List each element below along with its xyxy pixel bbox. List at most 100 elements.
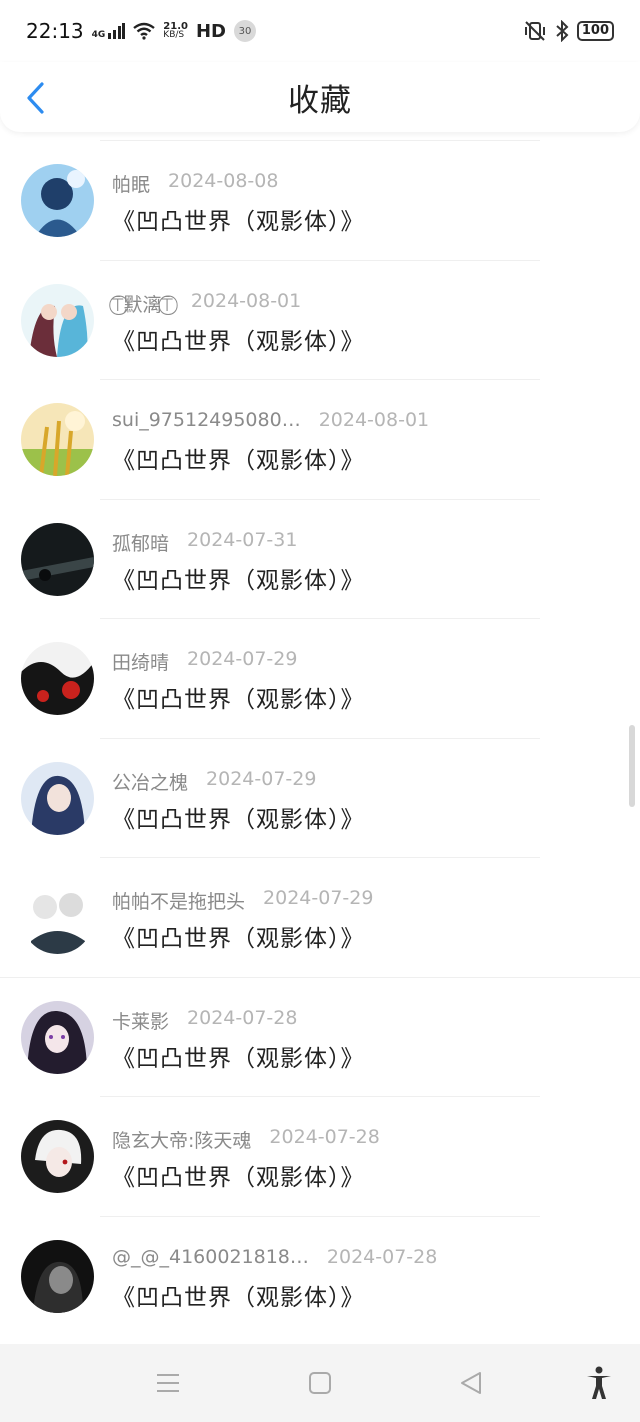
back-arrow-icon bbox=[27, 82, 44, 114]
list-item[interactable]: 隐玄大帝:陔天魂 2024-07-28 《凹凸世界（观影体）》 bbox=[0, 1096, 640, 1216]
divider bbox=[100, 259, 540, 261]
book-title[interactable]: 《凹凸世界（观影体）》 bbox=[112, 561, 365, 595]
item-meta: 卡莱影 2024-07-28 bbox=[112, 1007, 297, 1034]
divider bbox=[100, 379, 540, 380]
item-meta: 孤郁暗 2024-07-31 bbox=[112, 529, 297, 556]
book-title[interactable]: 《凹凸世界（观影体）》 bbox=[112, 202, 365, 236]
network-indicator: 4G bbox=[92, 22, 126, 40]
back-button[interactable] bbox=[22, 78, 52, 118]
list-item[interactable]: sui_97512495080… 2024-08-01 《凹凸世界（观影体）》 bbox=[0, 379, 640, 499]
scrollbar-thumb[interactable] bbox=[629, 725, 635, 807]
divider bbox=[100, 1215, 540, 1217]
back-triangle-icon bbox=[461, 1372, 481, 1394]
accessibility-icon bbox=[587, 1366, 611, 1399]
list-item[interactable]: @_@_4160021818… 2024-07-28 《凹凸世界（观影体）》 bbox=[0, 1215, 640, 1336]
book-title[interactable]: 《凹凸世界（观影体）》 bbox=[112, 919, 365, 953]
username: 公冶之槐 bbox=[112, 771, 189, 794]
book-title[interactable]: 《凹凸世界（观影体）》 bbox=[112, 322, 365, 356]
menu-button[interactable] bbox=[155, 1371, 181, 1399]
list-item[interactable]: 田绮晴 2024-07-29 《凹凸世界（观影体）》 bbox=[0, 618, 640, 738]
book-title[interactable]: 《凹凸世界（观影体）》 bbox=[112, 1278, 365, 1312]
username: 帕帕不是拖把头 bbox=[112, 891, 246, 913]
hd-indicator: HD bbox=[195, 20, 226, 42]
list-item[interactable]: 帕眠 2024-08-08 《凹凸世界（观影体）》 bbox=[0, 140, 640, 260]
username: 孤郁暗 bbox=[112, 532, 170, 555]
avatar[interactable] bbox=[21, 164, 94, 237]
list-item[interactable]: 卡莱影 2024-07-28 《凹凸世界（观影体）》 bbox=[0, 976, 640, 1097]
wifi-icon bbox=[133, 22, 156, 40]
page-title: 收藏 bbox=[288, 82, 352, 119]
back-nav-button[interactable] bbox=[459, 1371, 483, 1399]
divider bbox=[100, 1096, 540, 1097]
username: ⍑⃝默漓⍑⃝ bbox=[112, 293, 173, 316]
date: 2024-07-29 bbox=[187, 648, 298, 670]
item-meta: 帕眠 2024-08-08 bbox=[112, 170, 278, 197]
username: 帕眠 bbox=[112, 174, 151, 196]
status-bar: 22:13 4G 21.0 KB/S HD 30 100 bbox=[0, 0, 640, 62]
date: 2024-08-08 bbox=[168, 170, 279, 192]
date: 2024-07-29 bbox=[206, 767, 317, 790]
item-meta: ⍑⃝默漓⍑⃝ 2024-08-01 bbox=[112, 290, 301, 317]
status-left: 22:13 4G 21.0 KB/S HD 30 bbox=[26, 19, 256, 43]
username: @_@_4160021818… bbox=[112, 1245, 309, 1268]
bluetooth-icon bbox=[556, 20, 569, 42]
favorites-list: 帕眠 2024-08-08 《凹凸世界（观影体）》 ⍑⃝默漓⍑⃝ 2024-08… bbox=[0, 140, 640, 1335]
divider bbox=[100, 618, 540, 619]
book-title[interactable]: 《凹凸世界（观影体）》 bbox=[112, 800, 365, 834]
divider bbox=[0, 976, 640, 978]
username: 卡莱影 bbox=[112, 1010, 170, 1033]
system-nav-bar bbox=[0, 1344, 640, 1422]
accessibility-button[interactable] bbox=[585, 1366, 613, 1404]
battery-indicator: 100 bbox=[576, 21, 614, 41]
date: 2024-08-01 bbox=[190, 289, 302, 312]
network-speed: 21.0 KB/S bbox=[163, 22, 188, 40]
book-title[interactable]: 《凹凸世界（观影体）》 bbox=[112, 1039, 365, 1073]
divider bbox=[100, 140, 540, 141]
username: sui_97512495080… bbox=[112, 409, 301, 431]
username: 隐玄大帝:陔天魂 bbox=[112, 1130, 252, 1152]
list-item[interactable]: ⍑⃝默漓⍑⃝ 2024-08-01 《凹凸世界（观影体）》 bbox=[0, 259, 640, 380]
header: 收藏 bbox=[0, 62, 640, 132]
signal-icon bbox=[108, 23, 126, 39]
network-type: 4G bbox=[91, 30, 106, 40]
list-item[interactable]: 孤郁暗 2024-07-31 《凹凸世界（观影体）》 bbox=[0, 498, 640, 619]
avatar[interactable] bbox=[21, 1239, 94, 1313]
divider bbox=[100, 498, 540, 500]
divider bbox=[100, 857, 540, 858]
date: 2024-07-28 bbox=[326, 1245, 438, 1268]
status-time: 22:13 bbox=[26, 19, 84, 43]
book-title[interactable]: 《凹凸世界（观影体）》 bbox=[112, 1158, 365, 1192]
divider bbox=[100, 737, 540, 739]
status-right: 100 bbox=[523, 20, 614, 42]
home-icon bbox=[309, 1372, 331, 1394]
item-meta: @_@_4160021818… 2024-07-28 bbox=[112, 1246, 437, 1268]
vibrate-off-icon bbox=[524, 21, 545, 41]
username: 田绮晴 bbox=[112, 652, 170, 674]
home-button[interactable] bbox=[308, 1371, 332, 1399]
item-meta: sui_97512495080… 2024-08-01 bbox=[112, 409, 429, 431]
item-meta: 帕帕不是拖把头 2024-07-29 bbox=[112, 887, 373, 914]
notification-badge: 30 bbox=[234, 20, 256, 42]
avatar[interactable] bbox=[21, 403, 94, 476]
avatar[interactable] bbox=[21, 1000, 94, 1074]
item-meta: 公冶之槐 2024-07-29 bbox=[112, 768, 316, 795]
menu-icon bbox=[157, 1374, 179, 1392]
list-item[interactable]: 公冶之槐 2024-07-29 《凹凸世界（观影体）》 bbox=[0, 737, 640, 858]
book-title[interactable]: 《凹凸世界（观影体）》 bbox=[112, 680, 365, 714]
avatar[interactable] bbox=[21, 283, 94, 357]
avatar[interactable] bbox=[21, 642, 94, 715]
avatar[interactable] bbox=[21, 522, 94, 596]
item-meta: 隐玄大帝:陔天魂 2024-07-28 bbox=[112, 1126, 380, 1153]
avatar[interactable] bbox=[21, 881, 94, 954]
date: 2024-07-31 bbox=[187, 528, 298, 551]
avatar[interactable] bbox=[21, 761, 94, 835]
date: 2024-07-29 bbox=[263, 887, 374, 909]
item-meta: 田绮晴 2024-07-29 bbox=[112, 648, 297, 675]
speed-unit: KB/S bbox=[163, 30, 185, 40]
date: 2024-07-28 bbox=[269, 1126, 380, 1148]
book-title[interactable]: 《凹凸世界（观影体）》 bbox=[112, 441, 365, 475]
date: 2024-08-01 bbox=[318, 409, 430, 431]
list-item[interactable]: 帕帕不是拖把头 2024-07-29 《凹凸世界（观影体）》 bbox=[0, 857, 640, 977]
avatar[interactable] bbox=[21, 1120, 94, 1193]
date: 2024-07-28 bbox=[187, 1006, 298, 1029]
